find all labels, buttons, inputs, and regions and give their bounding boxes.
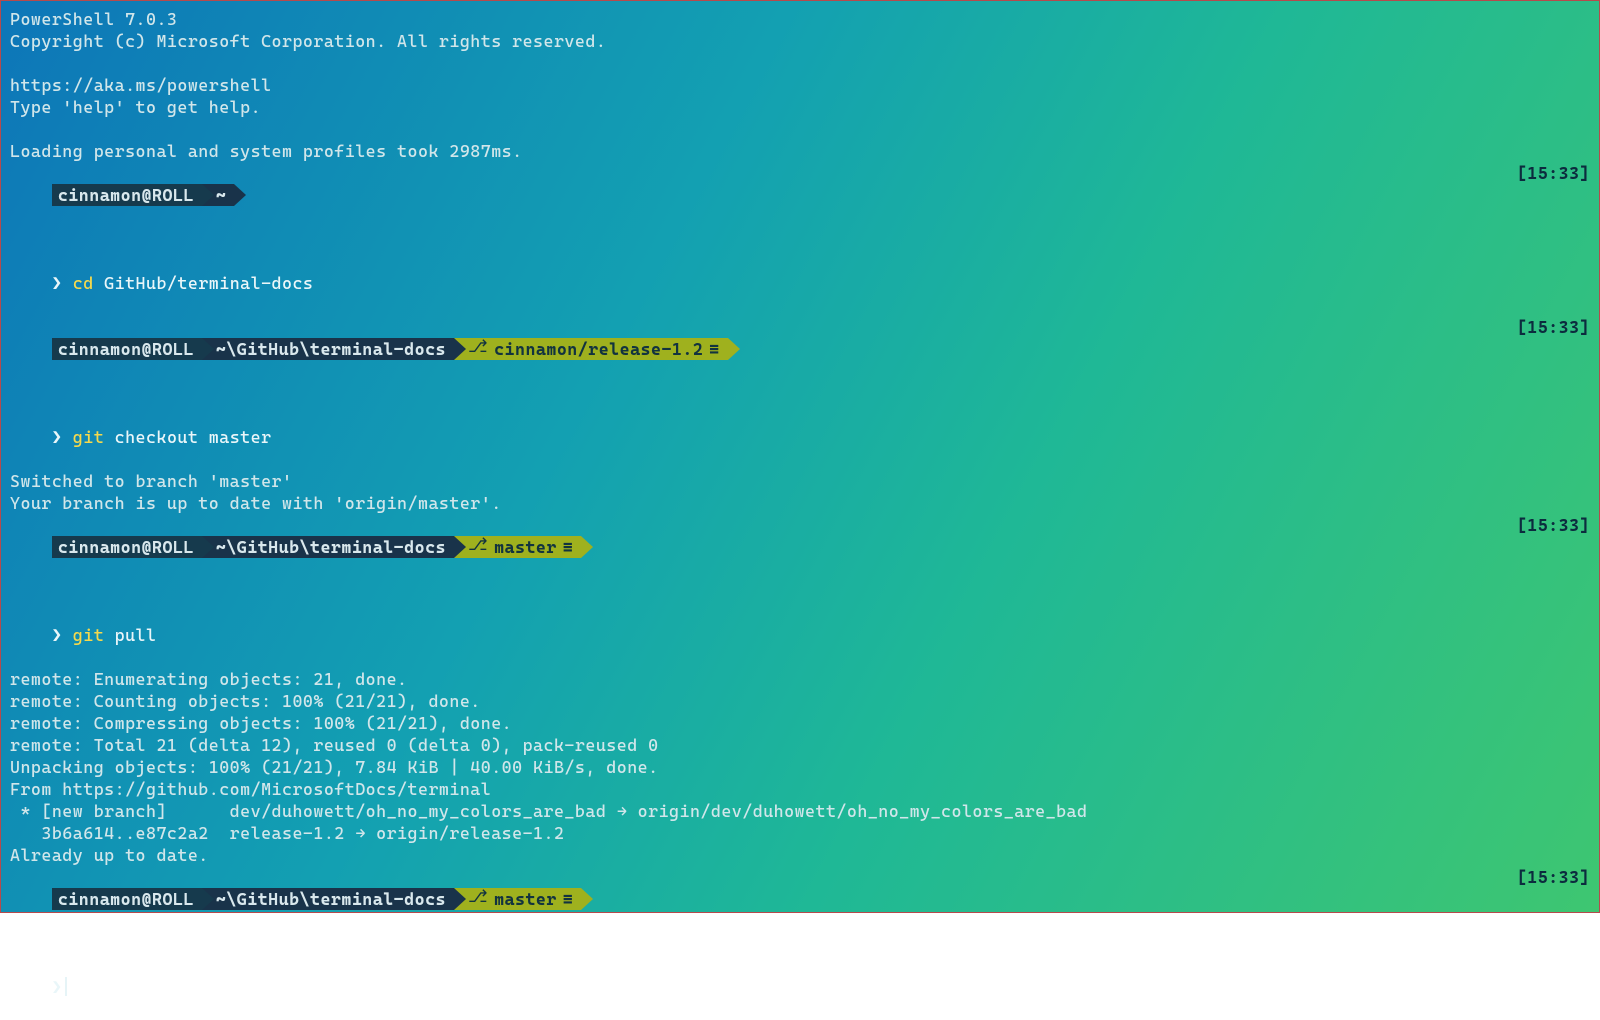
powerline-prompt: cinnamon@ROLL ~\GitHub\terminal-docs ⎇ ma… [52, 536, 593, 558]
path-segment: ~\GitHub\terminal-docs [202, 888, 454, 910]
git-branch-icon: ⎇ [468, 888, 488, 910]
segment-arrow-icon [454, 888, 466, 910]
prompt-line: cinnamon@ROLL ~\GitHub\terminal-docs ⎇ ma… [10, 866, 1590, 954]
prompt-line: cinnamon@ROLL ~\GitHub\terminal-docs ⎇ ma… [10, 514, 1590, 602]
command-name: git [73, 427, 104, 447]
prompt-line: cinnamon@ROLL ~ [15:33] [10, 162, 1590, 250]
output-line: From https://github.com/MicrosoftDocs/te… [10, 778, 1590, 800]
git-status-icon: ≡ [563, 888, 573, 910]
segment-arrow-icon [454, 536, 466, 558]
banner-url: https://aka.ms/powershell [10, 74, 1590, 96]
cursor-icon [65, 977, 67, 996]
user-host-segment: cinnamon@ROLL [52, 338, 202, 360]
command-arg: GitHub/terminal-docs [94, 273, 314, 293]
blank-line [10, 118, 1590, 140]
git-branch-segment: ⎇ master ≡ [454, 888, 581, 910]
output-line: remote: Enumerating objects: 21, done. [10, 668, 1590, 690]
powerline-prompt: cinnamon@ROLL ~\GitHub\terminal-docs ⎇ ma… [52, 888, 593, 910]
prompt-symbol: ❯ [52, 273, 62, 293]
command-name: git [73, 625, 104, 645]
git-status-icon: ≡ [563, 536, 573, 558]
segment-arrow-icon [202, 338, 214, 360]
segment-arrow-icon [202, 888, 214, 910]
segment-arrow-icon [728, 338, 740, 360]
output-line: remote: Total 21 (delta 12), reused 0 (d… [10, 734, 1590, 756]
path-segment: ~\GitHub\terminal-docs [202, 338, 454, 360]
output-line: Already up to date. [10, 844, 1590, 866]
banner-line: Copyright (c) Microsoft Corporation. All… [10, 30, 1590, 52]
output-line: Unpacking objects: 100% (21/21), 7.84 Ki… [10, 756, 1590, 778]
prompt-line: cinnamon@ROLL ~\GitHub\terminal-docs ⎇ ci… [10, 316, 1590, 404]
git-branch-icon: ⎇ [468, 338, 488, 360]
output-line: 3b6a614..e87c2a2 release-1.2 → origin/re… [10, 822, 1590, 844]
segment-arrow-icon [581, 536, 593, 558]
banner-line: PowerShell 7.0.3 [10, 8, 1590, 30]
command-line: ❯ cd GitHub/terminal-docs [10, 250, 1590, 316]
git-branch-name: master [494, 536, 557, 558]
command-line: ❯ git pull [10, 602, 1590, 668]
segment-arrow-icon [202, 184, 214, 206]
segment-arrow-icon [202, 536, 214, 558]
powerline-prompt: cinnamon@ROLL ~ [52, 184, 246, 206]
segment-arrow-icon [234, 184, 246, 206]
segment-arrow-icon [454, 338, 466, 360]
output-line: remote: Compressing objects: 100% (21/21… [10, 712, 1590, 734]
git-branch-name: cinnamon/release-1.2 [494, 338, 703, 360]
user-host-segment: cinnamon@ROLL [52, 888, 202, 910]
git-branch-icon: ⎇ [468, 536, 488, 558]
terminal-content[interactable]: PowerShell 7.0.3 Copyright (c) Microsoft… [10, 8, 1590, 1020]
command-arg: checkout master [104, 427, 271, 447]
git-branch-segment: ⎇ master ≡ [454, 536, 581, 558]
command-arg: pull [104, 625, 156, 645]
timestamp: [15:33] [1517, 866, 1590, 888]
timestamp: [15:33] [1517, 514, 1590, 536]
output-line: * [new branch] dev/duhowett/oh_no_my_col… [10, 800, 1590, 822]
git-branch-segment: ⎇ cinnamon/release-1.2 ≡ [454, 338, 728, 360]
banner-line: Type 'help' to get help. [10, 96, 1590, 118]
prompt-symbol: ❯ [52, 427, 62, 447]
profiles-line: Loading personal and system profiles too… [10, 140, 1590, 162]
git-status-icon: ≡ [709, 338, 719, 360]
command-input-line[interactable]: ❯ [10, 954, 1590, 1020]
user-host-segment: cinnamon@ROLL [52, 536, 202, 558]
prompt-symbol: ❯ [52, 977, 62, 997]
powerline-prompt: cinnamon@ROLL ~\GitHub\terminal-docs ⎇ ci… [52, 338, 740, 360]
timestamp: [15:33] [1517, 316, 1590, 338]
path-segment: ~\GitHub\terminal-docs [202, 536, 454, 558]
output-line: Your branch is up to date with 'origin/m… [10, 492, 1590, 514]
command-line: ❯ git checkout master [10, 404, 1590, 470]
segment-arrow-icon [581, 888, 593, 910]
user-host-segment: cinnamon@ROLL [52, 184, 202, 206]
blank-line [10, 52, 1590, 74]
git-branch-name: master [494, 888, 557, 910]
command-name: cd [73, 273, 94, 293]
prompt-symbol: ❯ [52, 625, 62, 645]
output-line: remote: Counting objects: 100% (21/21), … [10, 690, 1590, 712]
output-line: Switched to branch 'master' [10, 470, 1590, 492]
timestamp: [15:33] [1517, 162, 1590, 184]
